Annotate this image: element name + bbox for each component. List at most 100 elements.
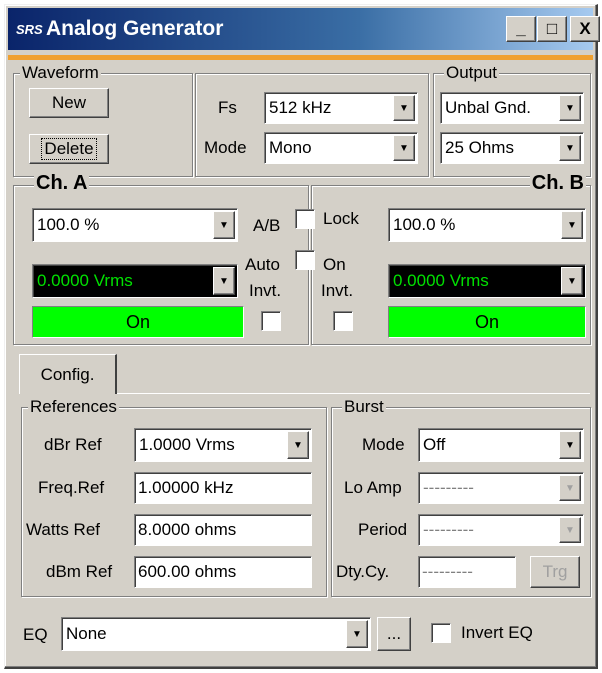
fs-label: Fs (218, 98, 237, 117)
dbr-ref-select[interactable]: 1.0000 Vrms ▼ (134, 428, 312, 462)
auto-on-checkbox[interactable] (295, 250, 315, 270)
tab-config[interactable]: Config. (19, 354, 117, 394)
references-group: References dBr Ref 1.0000 Vrms ▼ Freq.Re… (21, 397, 327, 597)
ab-label: A/B (253, 216, 281, 235)
output-legend: Output (444, 63, 500, 83)
lo-amp-value: --------- (423, 478, 474, 497)
channel-b-amplitude-select[interactable]: 100.0 % ▼ (388, 208, 586, 242)
tab-config-label: Config. (40, 364, 95, 384)
chevron-down-icon[interactable]: ▼ (393, 135, 415, 161)
chevron-down-icon[interactable]: ▼ (559, 517, 581, 543)
fs-value: 512 kHz (269, 98, 332, 117)
duty-cycle-label: Dty.Cy. (336, 562, 390, 581)
duty-cycle-field[interactable]: --------- (418, 556, 516, 588)
burst-mode-value: Off (423, 435, 446, 454)
chevron-down-icon[interactable]: ▼ (559, 135, 581, 161)
maximize-icon: □ (546, 19, 558, 38)
channel-a-level-value: 0.0000 Vrms (37, 271, 133, 290)
minimize-icon: _ (516, 19, 526, 38)
mode-label: Mode (204, 138, 247, 157)
new-button-label: New (51, 93, 86, 112)
invert-eq-checkbox[interactable] (431, 623, 451, 643)
lo-amp-select[interactable]: --------- ▼ (418, 472, 584, 504)
trigger-button[interactable]: Trg (530, 556, 580, 588)
eq-select[interactable]: None ▼ (61, 617, 371, 651)
burst-mode-select[interactable]: Off ▼ (418, 428, 584, 462)
watts-ref-value: 8.0000 ohms (138, 520, 237, 539)
chevron-down-icon[interactable]: ▼ (213, 211, 235, 239)
analog-generator-window: SRS Analog Generator _ □ X Waveform New … (4, 4, 600, 669)
output-group: Output Unbal Gnd. ▼ 25 Ohms ▼ (433, 63, 591, 177)
title-bar[interactable]: SRS Analog Generator _ □ X (8, 8, 600, 50)
references-legend: References (28, 397, 119, 417)
channel-a-level-select[interactable]: 0.0000 Vrms ▼ (32, 264, 238, 298)
close-button[interactable]: X (570, 16, 600, 42)
invert-b-checkbox[interactable] (333, 311, 353, 331)
watts-ref-field[interactable]: 8.0000 ohms (134, 514, 312, 546)
burst-mode-label: Mode (362, 435, 405, 454)
freq-ref-field[interactable]: 1.00000 kHz (134, 472, 312, 504)
invert-eq-label: Invert EQ (461, 623, 533, 642)
lock-label: Lock (323, 209, 359, 228)
chevron-down-icon[interactable]: ▼ (213, 267, 235, 295)
window-title: Analog Generator (46, 17, 224, 40)
chevron-down-icon[interactable]: ▼ (561, 211, 583, 239)
dbm-ref-field[interactable]: 600.00 ohms (134, 556, 312, 588)
waveform-group: Waveform New Delete (13, 63, 193, 177)
channel-a-amplitude-select[interactable]: 100.0 % ▼ (32, 208, 238, 242)
auto-on-label: On (323, 255, 346, 274)
period-label: Period (358, 520, 408, 539)
chevron-down-icon[interactable]: ▼ (559, 475, 581, 501)
channel-b-level-value: 0.0000 Vrms (393, 271, 489, 290)
delete-button[interactable]: Delete (29, 134, 109, 164)
close-icon: X (579, 19, 591, 38)
accent-strip (8, 55, 593, 60)
mode-select[interactable]: Mono ▼ (264, 132, 418, 164)
chevron-down-icon[interactable]: ▼ (287, 431, 309, 459)
channel-b-amplitude-value: 100.0 % (393, 215, 456, 234)
fs-select[interactable]: 512 kHz ▼ (264, 92, 418, 124)
channel-b-on-indicator[interactable]: On (388, 306, 586, 338)
chevron-down-icon[interactable]: ▼ (559, 431, 581, 459)
duty-cycle-value: --------- (422, 562, 473, 581)
lo-amp-label: Lo Amp (344, 478, 402, 497)
waveform-legend: Waveform (20, 63, 101, 83)
burst-legend: Burst (342, 397, 386, 417)
maximize-button[interactable]: □ (537, 16, 567, 42)
channel-a-on-indicator[interactable]: On (32, 306, 244, 338)
eq-label: EQ (23, 625, 48, 644)
chevron-down-icon[interactable]: ▼ (346, 620, 368, 648)
invert-a-checkbox[interactable] (261, 311, 281, 331)
eq-more-label: ... (386, 624, 402, 643)
invert-b-label: Invt. (321, 281, 354, 300)
ab-lock-checkbox[interactable] (295, 209, 315, 229)
watts-ref-label: Watts Ref (26, 520, 100, 539)
dbr-ref-label: dBr Ref (44, 435, 102, 454)
tab-panel-border (117, 393, 590, 394)
output-impedance-select[interactable]: 25 Ohms ▼ (440, 132, 584, 164)
new-button[interactable]: New (29, 88, 109, 118)
dbm-ref-label: dBm Ref (46, 562, 113, 581)
period-select[interactable]: --------- ▼ (418, 514, 584, 546)
dbr-ref-value: 1.0000 Vrms (139, 435, 235, 454)
eq-value: None (66, 624, 107, 643)
dbm-ref-value: 600.00 ohms (138, 562, 237, 581)
eq-more-button[interactable]: ... (377, 617, 411, 651)
period-value: --------- (423, 520, 474, 539)
channel-b-legend: Ch. B (529, 172, 586, 194)
invert-a-label: Invt. (249, 281, 282, 300)
freq-ref-label: Freq.Ref (38, 478, 105, 497)
channel-b-on-label: On (474, 311, 499, 332)
output-type-value: Unbal Gnd. (445, 98, 531, 117)
chevron-down-icon[interactable]: ▼ (561, 267, 583, 295)
chevron-down-icon[interactable]: ▼ (393, 95, 415, 121)
burst-group: Burst Mode Off ▼ Lo Amp --------- ▼ Peri… (331, 397, 591, 597)
trigger-button-label: Trg (542, 562, 568, 581)
chevron-down-icon[interactable]: ▼ (559, 95, 581, 121)
minimize-button[interactable]: _ (506, 16, 536, 42)
channel-b-level-select[interactable]: 0.0000 Vrms ▼ (388, 264, 586, 298)
output-type-select[interactable]: Unbal Gnd. ▼ (440, 92, 584, 124)
mode-value: Mono (269, 138, 312, 157)
freq-ref-value: 1.00000 kHz (138, 478, 234, 497)
fs-mode-group: Fs 512 kHz ▼ Mode Mono ▼ (195, 73, 429, 177)
